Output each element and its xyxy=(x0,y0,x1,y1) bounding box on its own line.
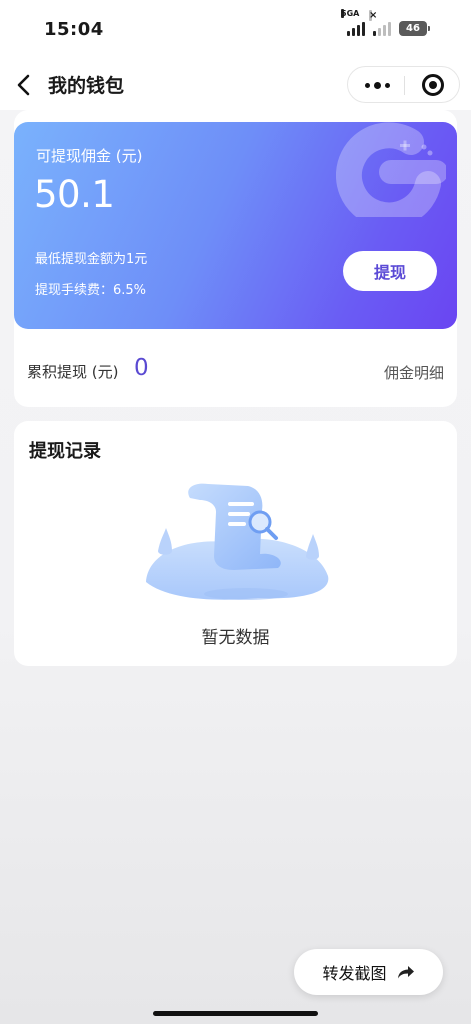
battery-icon: 46 xyxy=(399,21,430,36)
capsule-divider xyxy=(404,76,405,95)
empty-records-illustration xyxy=(146,483,329,600)
back-icon[interactable] xyxy=(10,68,44,102)
balance-label: 可提现佣金 (元) xyxy=(36,147,143,165)
close-mini-icon[interactable] xyxy=(422,74,444,96)
share-arrow-icon xyxy=(397,966,414,979)
fee-note: 提现手续费：6.5% xyxy=(35,283,147,298)
status-icons: 5GA × 46 xyxy=(341,9,430,36)
nav-bar: 我的钱包 xyxy=(0,60,471,110)
balance-value: 50.1 xyxy=(34,173,115,216)
min-withdraw-note: 最低提现金额为1元 xyxy=(35,252,148,267)
balance-panel: 可提现佣金 (元) 50.1 最低提现金额为1元 提现手续费：6.5% 提现 xyxy=(14,122,457,329)
records-title: 提现记录 xyxy=(29,441,101,462)
more-icon[interactable] xyxy=(358,72,396,98)
share-screenshot-button[interactable]: 转发截图 xyxy=(294,949,443,995)
status-time: 15:04 xyxy=(44,19,104,40)
mini-program-capsule xyxy=(347,66,460,103)
brand-logo-icon xyxy=(336,122,446,217)
wallet-card: 可提现佣金 (元) 50.1 最低提现金额为1元 提现手续费：6.5% 提现 累… xyxy=(14,110,457,407)
empty-state-text: 暂无数据 xyxy=(201,628,270,648)
signal-secondary-icon: × xyxy=(369,10,391,36)
withdraw-records-card: 提现记录 暂无数据 xyxy=(14,421,457,666)
share-label: 转发截图 xyxy=(322,964,387,983)
home-indicator xyxy=(153,1011,318,1016)
commission-detail-link[interactable]: 佣金明细 xyxy=(384,362,444,383)
total-withdrawn-value: 0 xyxy=(134,355,149,381)
signal-5ga-icon: 5GA xyxy=(341,9,365,36)
status-bar: 15:04 5GA × 46 xyxy=(0,0,471,60)
page-title: 我的钱包 xyxy=(48,75,125,97)
withdraw-button[interactable]: 提现 xyxy=(343,251,437,291)
network-label: 5GA xyxy=(341,9,360,18)
total-withdrawn-label: 累积提现 (元) xyxy=(27,363,119,381)
